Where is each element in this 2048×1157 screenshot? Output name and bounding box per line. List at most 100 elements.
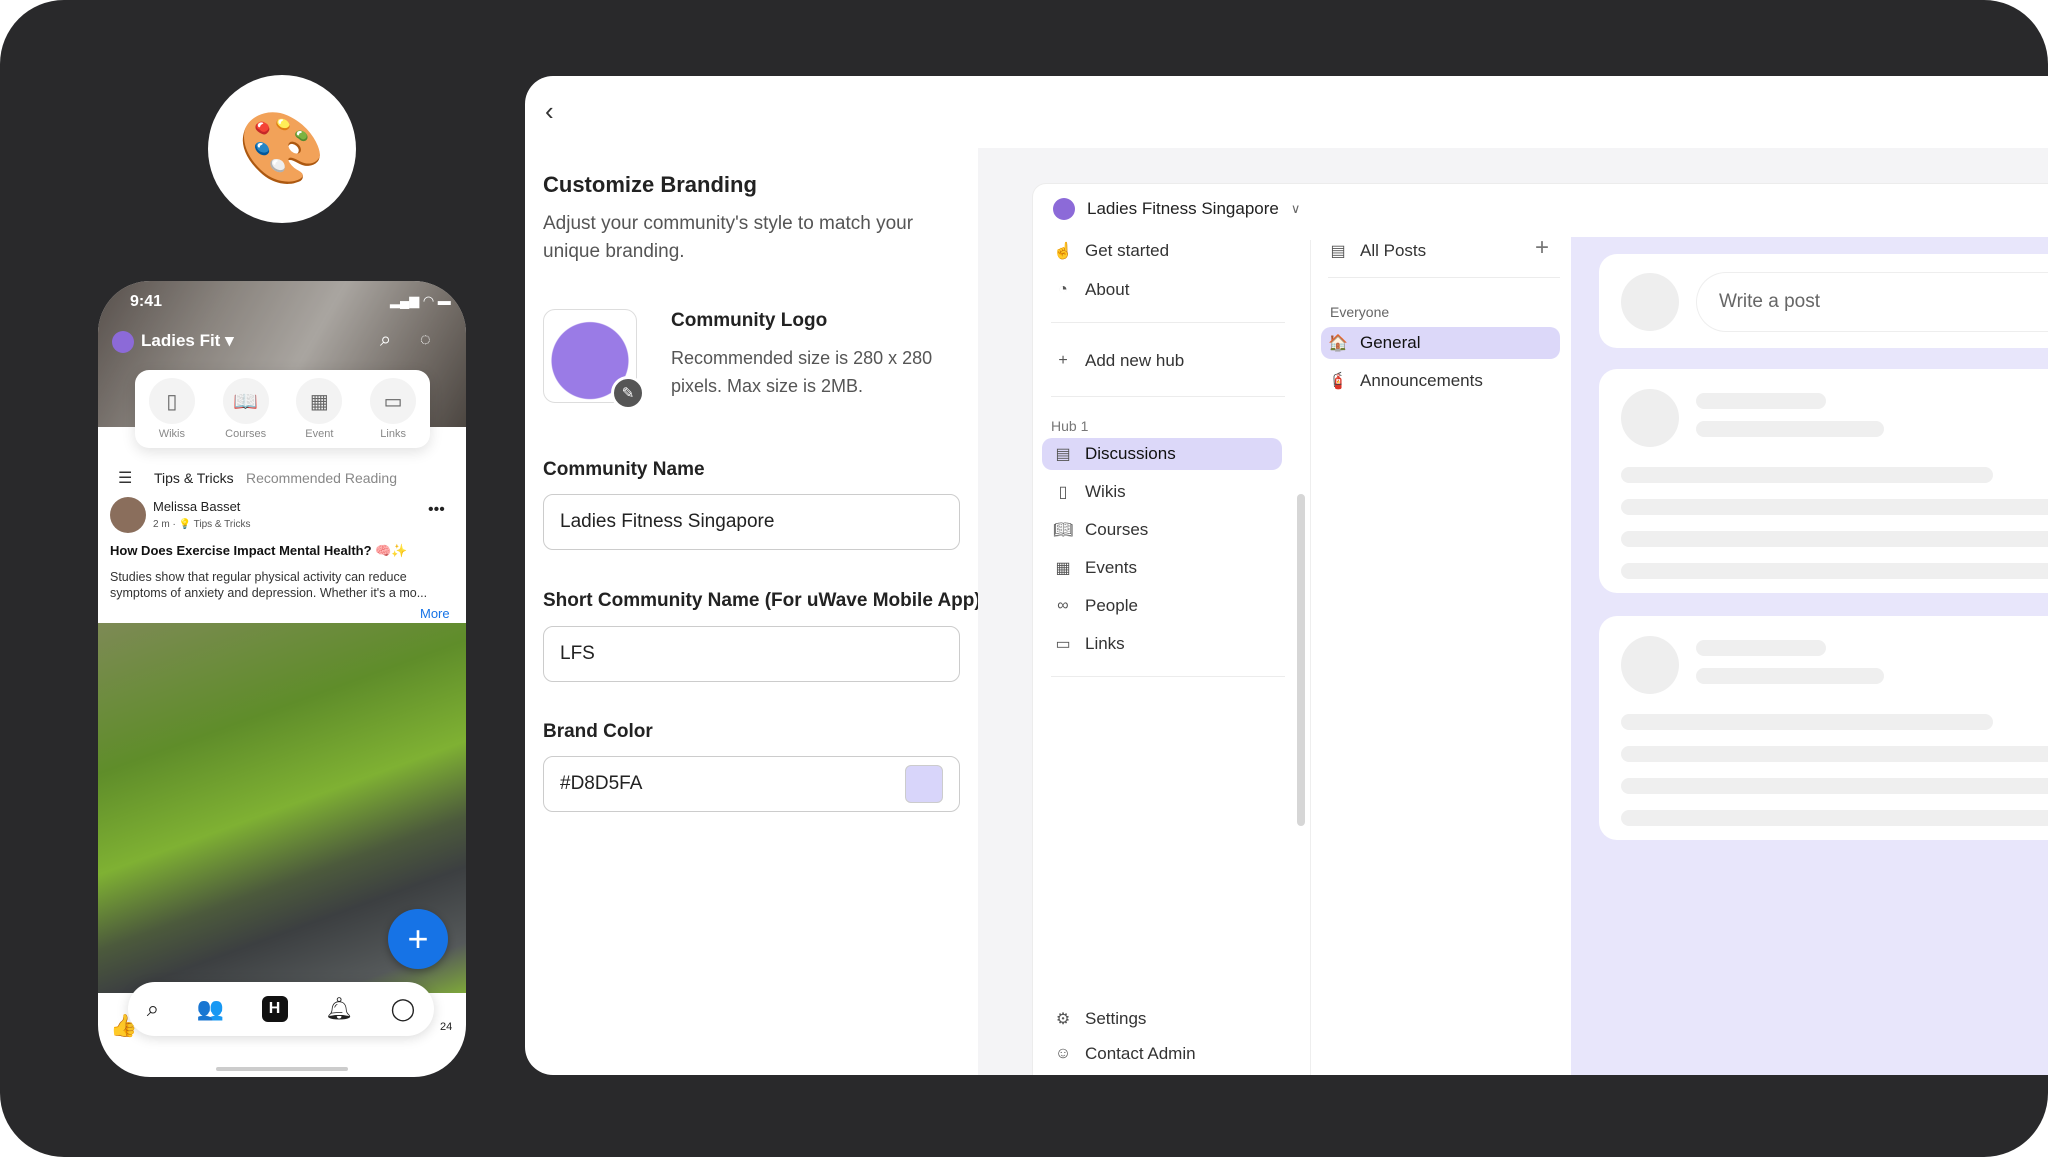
nav-get-started[interactable]: ☝ Get started xyxy=(1053,241,1169,261)
status-icons: ▂▄▆ ◠ ▬ xyxy=(390,293,451,308)
people-icon: ∞ xyxy=(1057,597,1069,614)
nav-label: Announcements xyxy=(1360,371,1483,390)
nav-links[interactable]: ▭ Links xyxy=(1053,634,1124,654)
shortcut-label: Links xyxy=(380,428,406,440)
nav-label: Wikis xyxy=(1085,482,1126,501)
extinguisher-icon: 🧯 xyxy=(1328,373,1348,390)
group-label: Everyone xyxy=(1330,304,1390,320)
bell-icon[interactable]: 🔔︎ xyxy=(325,996,353,1022)
skeleton-line xyxy=(1621,746,2048,762)
about-icon: ◔ xyxy=(1058,281,1068,298)
chat-icon[interactable]: ◌ xyxy=(420,329,431,350)
nav-people[interactable]: ∞ People xyxy=(1053,596,1138,616)
skeleton-line xyxy=(1696,640,1826,656)
community-switcher[interactable]: Ladies Fit ▾ xyxy=(141,331,234,351)
tab-recommended[interactable]: Recommended Reading xyxy=(246,470,397,486)
page-subtitle: Adjust your community's style to match y… xyxy=(543,213,914,262)
add-hub-button[interactable]: + Add new hub xyxy=(1053,351,1184,371)
shortcut-label: Wikis xyxy=(158,428,186,440)
more-options-icon[interactable]: ••• xyxy=(428,501,445,519)
composer-card: Write a post xyxy=(1599,254,2048,348)
short-name-input[interactable]: LFS xyxy=(543,626,960,682)
folder-icon: ▭ xyxy=(1055,636,1071,653)
divider xyxy=(1051,322,1285,323)
status-time: 9:41 xyxy=(130,293,163,310)
chevron-down-icon: ∨ xyxy=(1290,201,1301,216)
search-icon[interactable]: ⌕ xyxy=(380,329,391,352)
all-posts[interactable]: ▤ All Posts xyxy=(1328,241,1426,261)
shortcut-wikis[interactable]: ▯ Wikis xyxy=(148,378,195,440)
channel-general[interactable]: 🏠 General xyxy=(1328,333,1420,353)
skeleton-line xyxy=(1621,778,2048,794)
folder-icon: ▭ xyxy=(370,378,417,424)
house-icon: 🏠 xyxy=(1328,335,1348,352)
column-divider xyxy=(1310,240,1311,1075)
scrollbar[interactable] xyxy=(1297,494,1305,826)
phone-mockup: 9:41 ▂▄▆ ◠ ▬ Ladies Fit ▾ ⌕ ◌ ▯ Wikis 📖 Co… xyxy=(98,281,466,1077)
skeleton-line xyxy=(1696,393,1826,409)
nav-wikis[interactable]: ▯ Wikis xyxy=(1053,482,1126,502)
home-icon[interactable]: H xyxy=(261,996,288,1022)
skeleton-avatar xyxy=(1621,636,1679,694)
nav-label: Courses xyxy=(1085,520,1149,539)
edit-pencil-icon[interactable]: ✎ xyxy=(611,376,645,410)
post-meta: 2 m · 💡 Tips & Tricks xyxy=(153,519,251,530)
skeleton-line xyxy=(1621,810,2048,826)
add-post-button[interactable]: + xyxy=(388,909,448,969)
people-icon[interactable]: 👥 xyxy=(197,996,224,1022)
nav-events[interactable]: ▦ Events xyxy=(1053,558,1137,578)
feed-area: Write a post xyxy=(1571,237,2048,1075)
community-switcher[interactable]: Ladies Fitness Singapore ∨ xyxy=(1053,198,1300,220)
post-time: 2 m xyxy=(153,519,170,530)
nav-label: People xyxy=(1085,596,1138,615)
name-label: Community Name xyxy=(543,459,705,480)
skeleton-line xyxy=(1696,421,1884,437)
nav-settings[interactable]: ⚙ Settings xyxy=(1053,1009,1147,1029)
tab-tips[interactable]: Tips & Tricks xyxy=(154,470,234,486)
shortcut-courses[interactable]: 📖 Courses xyxy=(222,378,269,440)
preview-area: Ladies Fitness Singapore ∨ Write a post xyxy=(978,148,2048,1075)
skeleton-line xyxy=(1621,499,2048,515)
page-title: Customize Branding xyxy=(543,172,757,197)
brand-color-label: Brand Color xyxy=(543,721,653,742)
nav-label: Get started xyxy=(1085,241,1170,260)
add-channel-button[interactable]: + xyxy=(1535,234,1549,262)
calendar-icon: ▦ xyxy=(296,378,343,424)
bottom-nav: ⌕ 👥 H 🔔︎ ◯ xyxy=(128,982,434,1036)
post-channel: Tips & Tricks xyxy=(193,519,251,530)
shortcut-event[interactable]: ▦ Event xyxy=(296,378,343,440)
comment-count: 24 xyxy=(440,1021,453,1033)
background-frame: 🎨 9:41 ▂▄▆ ◠ ▬ Ladies Fit ▾ ⌕ ◌ ▯ Wikis 📖… xyxy=(0,0,2048,1157)
brand-color-input[interactable]: #D8D5FA xyxy=(543,756,960,812)
artist-palette-icon: 🎨 xyxy=(208,75,356,223)
skeleton-line xyxy=(1621,563,2048,579)
plus-icon: + xyxy=(1058,352,1068,369)
calendar-icon: ▦ xyxy=(1055,560,1071,577)
nav-contact-admin[interactable]: ☺ Contact Admin xyxy=(1053,1044,1196,1064)
post-author[interactable]: Melissa Basset xyxy=(153,499,240,514)
skeleton-line xyxy=(1621,467,1993,483)
write-post-input[interactable]: Write a post xyxy=(1696,272,2048,332)
nav-label: General xyxy=(1360,333,1421,352)
shortcut-label: Event xyxy=(305,428,334,440)
community-name-input[interactable]: Ladies Fitness Singapore xyxy=(543,494,960,550)
back-button[interactable]: ‹ xyxy=(545,96,554,127)
more-link[interactable]: More xyxy=(420,606,450,621)
search-icon[interactable]: ⌕ xyxy=(147,996,159,1022)
author-avatar[interactable] xyxy=(110,497,146,533)
shortcut-links[interactable]: ▭ Links xyxy=(370,378,417,440)
document-icon: ▤ xyxy=(1055,446,1071,463)
profile-icon[interactable]: ◯ xyxy=(391,996,416,1022)
menu-icon[interactable]: ☰ xyxy=(118,468,132,488)
nav-about[interactable]: ◔ About xyxy=(1053,280,1129,300)
contact-icon: ☺ xyxy=(1054,1045,1072,1062)
nav-courses[interactable]: 📖︎ Courses xyxy=(1053,520,1148,540)
color-swatch[interactable] xyxy=(905,765,943,803)
brand-color-value: #D8D5FA xyxy=(560,773,643,794)
divider xyxy=(1051,396,1285,397)
post-title[interactable]: How Does Exercise Impact Mental Health? … xyxy=(110,543,408,559)
pointer-click-icon: ☝ xyxy=(1053,243,1073,260)
nav-discussions[interactable]: ▤ Discussions xyxy=(1053,444,1175,464)
logo-hint: Recommended size is 280 x 280 pixels. Ma… xyxy=(671,348,933,396)
channel-announcements[interactable]: 🧯 Announcements xyxy=(1328,371,1483,391)
